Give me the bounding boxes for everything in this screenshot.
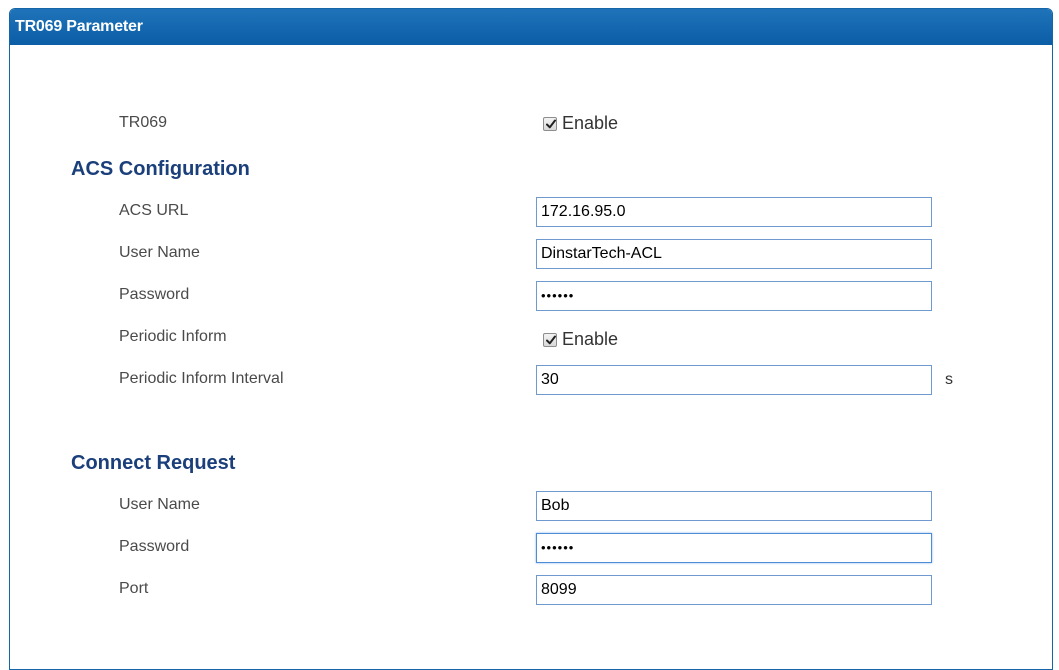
- port-label: Port: [119, 580, 149, 597]
- tr069-enable-checkbox[interactable]: [543, 116, 557, 131]
- connect-password-label: Password: [119, 538, 190, 555]
- periodic-inform-label: Periodic Inform: [119, 328, 227, 345]
- panel-title: TR069 Parameter: [10, 9, 1052, 45]
- acs-username-input[interactable]: DinstarTech-ACL: [536, 239, 932, 269]
- acs-configuration-heading: ACS Configuration: [71, 158, 250, 180]
- interval-unit: s: [945, 371, 953, 388]
- tr069-enable-toggle[interactable]: Enable: [543, 113, 618, 134]
- connect-username-input[interactable]: Bob: [536, 491, 932, 521]
- acs-username-label: User Name: [119, 244, 200, 261]
- periodic-inform-checkbox[interactable]: [543, 332, 557, 347]
- periodic-inform-enable-label: Enable: [562, 329, 619, 349]
- periodic-inform-interval-input[interactable]: 30: [536, 365, 932, 395]
- periodic-inform-interval-label: Periodic Inform Interval: [119, 370, 284, 387]
- connect-username-label: User Name: [119, 496, 200, 513]
- acs-password-label: Password: [119, 286, 190, 303]
- periodic-inform-toggle[interactable]: Enable: [543, 329, 618, 350]
- port-input[interactable]: 8099: [536, 575, 932, 605]
- acs-url-input[interactable]: 172.16.95.0: [536, 197, 932, 227]
- checkmark-icon: [546, 335, 556, 344]
- tr069-enable-label: Enable: [562, 113, 619, 133]
- tr069-label: TR069: [119, 114, 168, 131]
- connect-request-heading: Connect Request: [71, 452, 236, 474]
- acs-url-label: ACS URL: [119, 202, 189, 219]
- checkmark-icon: [546, 119, 556, 128]
- acs-password-input[interactable]: ••••••: [536, 281, 932, 311]
- connect-password-input[interactable]: ••••••: [536, 533, 932, 563]
